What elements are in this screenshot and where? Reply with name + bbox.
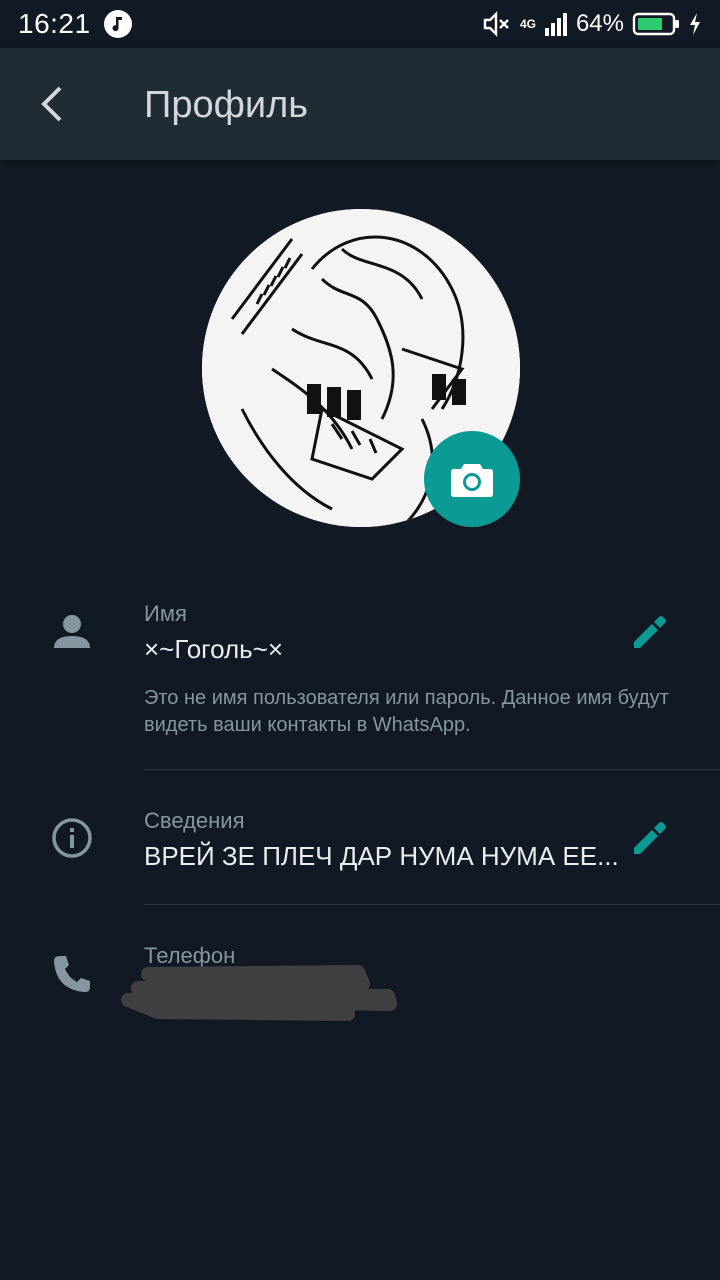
status-bar: 16:21 4G 64% xyxy=(0,0,720,48)
profile-avatar-container xyxy=(202,209,520,527)
music-icon xyxy=(103,10,132,38)
battery-percent: 64% xyxy=(575,10,624,37)
charging-icon xyxy=(690,13,700,35)
about-value[interactable]: ВРЕЙ ЗЕ ПЛЕЧ ДАР НУМА НУМА ЕЕ... xyxy=(144,841,619,872)
edit-about-pencil-icon[interactable] xyxy=(628,818,668,858)
phone-icon xyxy=(54,956,90,992)
name-hint: Это не имя пользователя или пароль. Данн… xyxy=(144,687,669,736)
info-icon xyxy=(52,818,92,858)
change-photo-button[interactable] xyxy=(424,431,520,527)
redacted-phone-number xyxy=(121,965,397,1021)
battery-icon xyxy=(632,12,679,36)
network-type: 4G xyxy=(519,17,536,31)
name-value[interactable]: ×~Гоголь~× xyxy=(144,634,283,665)
chevron-left-icon[interactable] xyxy=(30,80,78,128)
status-time: 16:21 xyxy=(18,8,91,39)
mute-icon xyxy=(483,11,509,37)
about-label: Сведения xyxy=(144,808,245,833)
divider xyxy=(144,904,720,905)
signal-icon xyxy=(544,13,567,36)
name-label: Имя xyxy=(144,601,187,626)
divider xyxy=(144,769,720,770)
camera-icon xyxy=(451,464,493,497)
app-bar: Профиль xyxy=(0,48,720,160)
person-icon xyxy=(54,615,90,648)
status-icons: 4G 64% xyxy=(482,10,702,38)
page-title: Профиль xyxy=(144,84,309,126)
edit-name-pencil-icon[interactable] xyxy=(628,612,668,652)
